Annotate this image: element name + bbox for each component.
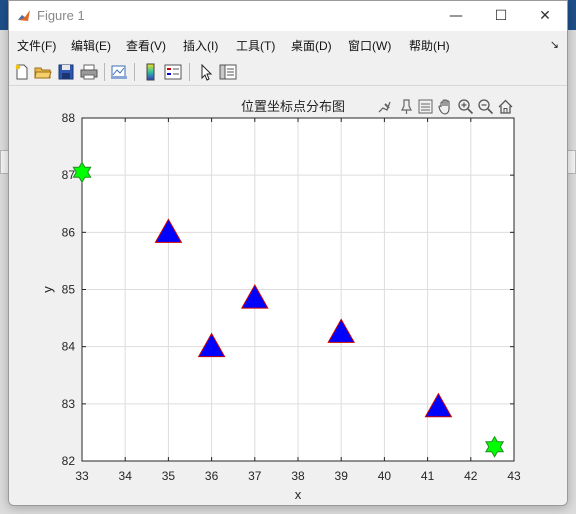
y-tick-label: 87 — [62, 168, 76, 182]
x-tick-label: 38 — [291, 469, 305, 483]
x-tick-label: 41 — [421, 469, 435, 483]
x-tick-label: 40 — [378, 469, 392, 483]
x-tick-label: 42 — [464, 469, 478, 483]
x-tick-label: 36 — [205, 469, 219, 483]
y-tick-label: 84 — [62, 340, 76, 354]
scatter-chart[interactable]: 33 34 35 36 37 38 39 40 41 42 43 82 83 84 85 86 87 88 x y — [9, 1, 568, 506]
x-tick-label: 37 — [248, 469, 262, 483]
y-axis-label: y — [40, 286, 55, 293]
x-tick-label: 43 — [507, 469, 521, 483]
y-tick-label: 82 — [62, 454, 76, 468]
x-axis-label: x — [295, 487, 302, 502]
x-tick-label: 35 — [162, 469, 176, 483]
x-tick-label: 39 — [335, 469, 349, 483]
figure-window: Figure 1 — ☐ ✕ 文件(F) 编辑(E) 查看(V) 插入(I) 工… — [8, 0, 568, 506]
y-tick-label: 85 — [62, 283, 76, 297]
x-tick-label: 34 — [119, 469, 133, 483]
y-tick-label: 86 — [62, 225, 76, 239]
x-tick-label: 33 — [75, 469, 89, 483]
y-tick-label: 83 — [62, 397, 76, 411]
y-tick-label: 88 — [62, 111, 76, 125]
